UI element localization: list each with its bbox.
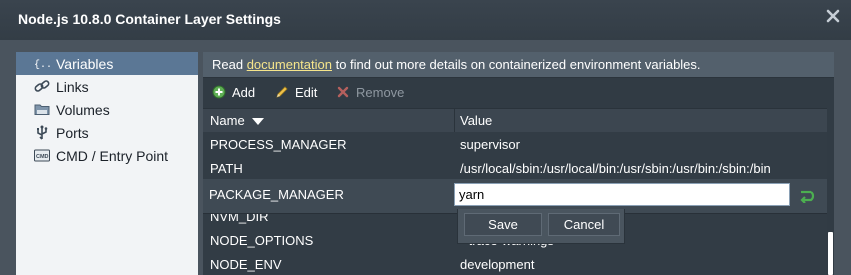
info-suffix: to find out more details on containerize… xyxy=(331,57,701,72)
volumes-icon xyxy=(34,104,50,115)
column-header-name[interactable]: Name xyxy=(210,113,265,128)
row-name: PATH xyxy=(210,161,243,176)
table-header: Name Value xyxy=(203,108,827,133)
variables-icon: {..} xyxy=(34,59,50,71)
ports-icon xyxy=(37,125,48,140)
info-text: Read documentation to find out more deta… xyxy=(212,57,701,72)
cmd-icon: CMD xyxy=(34,149,50,162)
edit-label: Edit xyxy=(295,85,318,100)
value-edit-input[interactable] xyxy=(454,183,790,206)
window-title: Node.js 10.8.0 Container Layer Settings xyxy=(18,11,281,27)
sidebar-item-volumes[interactable]: Volumes xyxy=(16,98,198,121)
sidebar-item-links[interactable]: Links xyxy=(16,75,198,98)
row-name: NODE_OPTIONS xyxy=(210,233,314,248)
add-label: Add xyxy=(232,85,256,100)
sort-desc-icon xyxy=(252,117,265,125)
row-editor-buttons: Save Cancel xyxy=(457,209,625,244)
row-name: PROCESS_MANAGER xyxy=(210,137,347,152)
remove-icon xyxy=(337,86,349,98)
sidebar-item-label: Links xyxy=(56,79,89,95)
column-header-name-label: Name xyxy=(210,113,245,128)
add-icon xyxy=(212,85,226,99)
toolbar: Add Edit Remove xyxy=(203,78,834,106)
sidebar-item-label: Variables xyxy=(56,56,114,72)
cancel-button[interactable]: Cancel xyxy=(548,213,620,236)
info-banner: Read documentation to find out more deta… xyxy=(203,52,834,78)
sidebar-item-variables[interactable]: {..} Variables xyxy=(16,52,198,75)
info-prefix: Read xyxy=(212,57,247,72)
pencil-icon xyxy=(276,86,288,98)
svg-text:CMD: CMD xyxy=(36,154,49,160)
sidebar-item-ports[interactable]: Ports xyxy=(16,121,198,144)
table-row[interactable]: NODE_ENV development xyxy=(203,252,827,275)
sidebar: {..} Variables Links Volumes Ports CMD C… xyxy=(16,52,198,275)
row-value: development xyxy=(460,257,535,272)
vertical-scrollbar[interactable] xyxy=(827,108,834,275)
documentation-link[interactable]: documentation xyxy=(247,57,332,72)
variables-panel: Read documentation to find out more deta… xyxy=(203,52,834,275)
close-icon[interactable] xyxy=(825,8,841,24)
row-value: supervisor xyxy=(460,137,520,152)
sidebar-item-cmd-entry-point[interactable]: CMD CMD / Entry Point xyxy=(16,144,198,167)
confirm-edit-icon[interactable] xyxy=(799,189,815,203)
column-separator xyxy=(454,109,455,132)
table-row[interactable]: PATH /usr/local/sbin:/usr/local/bin:/usr… xyxy=(203,156,827,181)
sidebar-item-label: Ports xyxy=(56,125,89,141)
editing-row-name: PACKAGE_MANAGER xyxy=(209,187,344,202)
sidebar-item-label: Volumes xyxy=(56,102,110,118)
svg-text:{..}: {..} xyxy=(34,59,50,71)
remove-label: Remove xyxy=(356,85,405,100)
sidebar-item-label: CMD / Entry Point xyxy=(56,148,169,164)
save-button[interactable]: Save xyxy=(464,213,542,236)
column-header-value[interactable]: Value xyxy=(460,113,492,128)
scrollbar-thumb[interactable] xyxy=(828,232,833,275)
row-value: /usr/local/sbin:/usr/local/bin:/usr/sbin… xyxy=(460,161,771,176)
row-name: NODE_ENV xyxy=(210,257,282,272)
window-titlebar: Node.js 10.8.0 Container Layer Settings xyxy=(0,0,851,40)
table-row[interactable]: PROCESS_MANAGER supervisor xyxy=(203,132,827,157)
links-icon xyxy=(34,80,50,92)
